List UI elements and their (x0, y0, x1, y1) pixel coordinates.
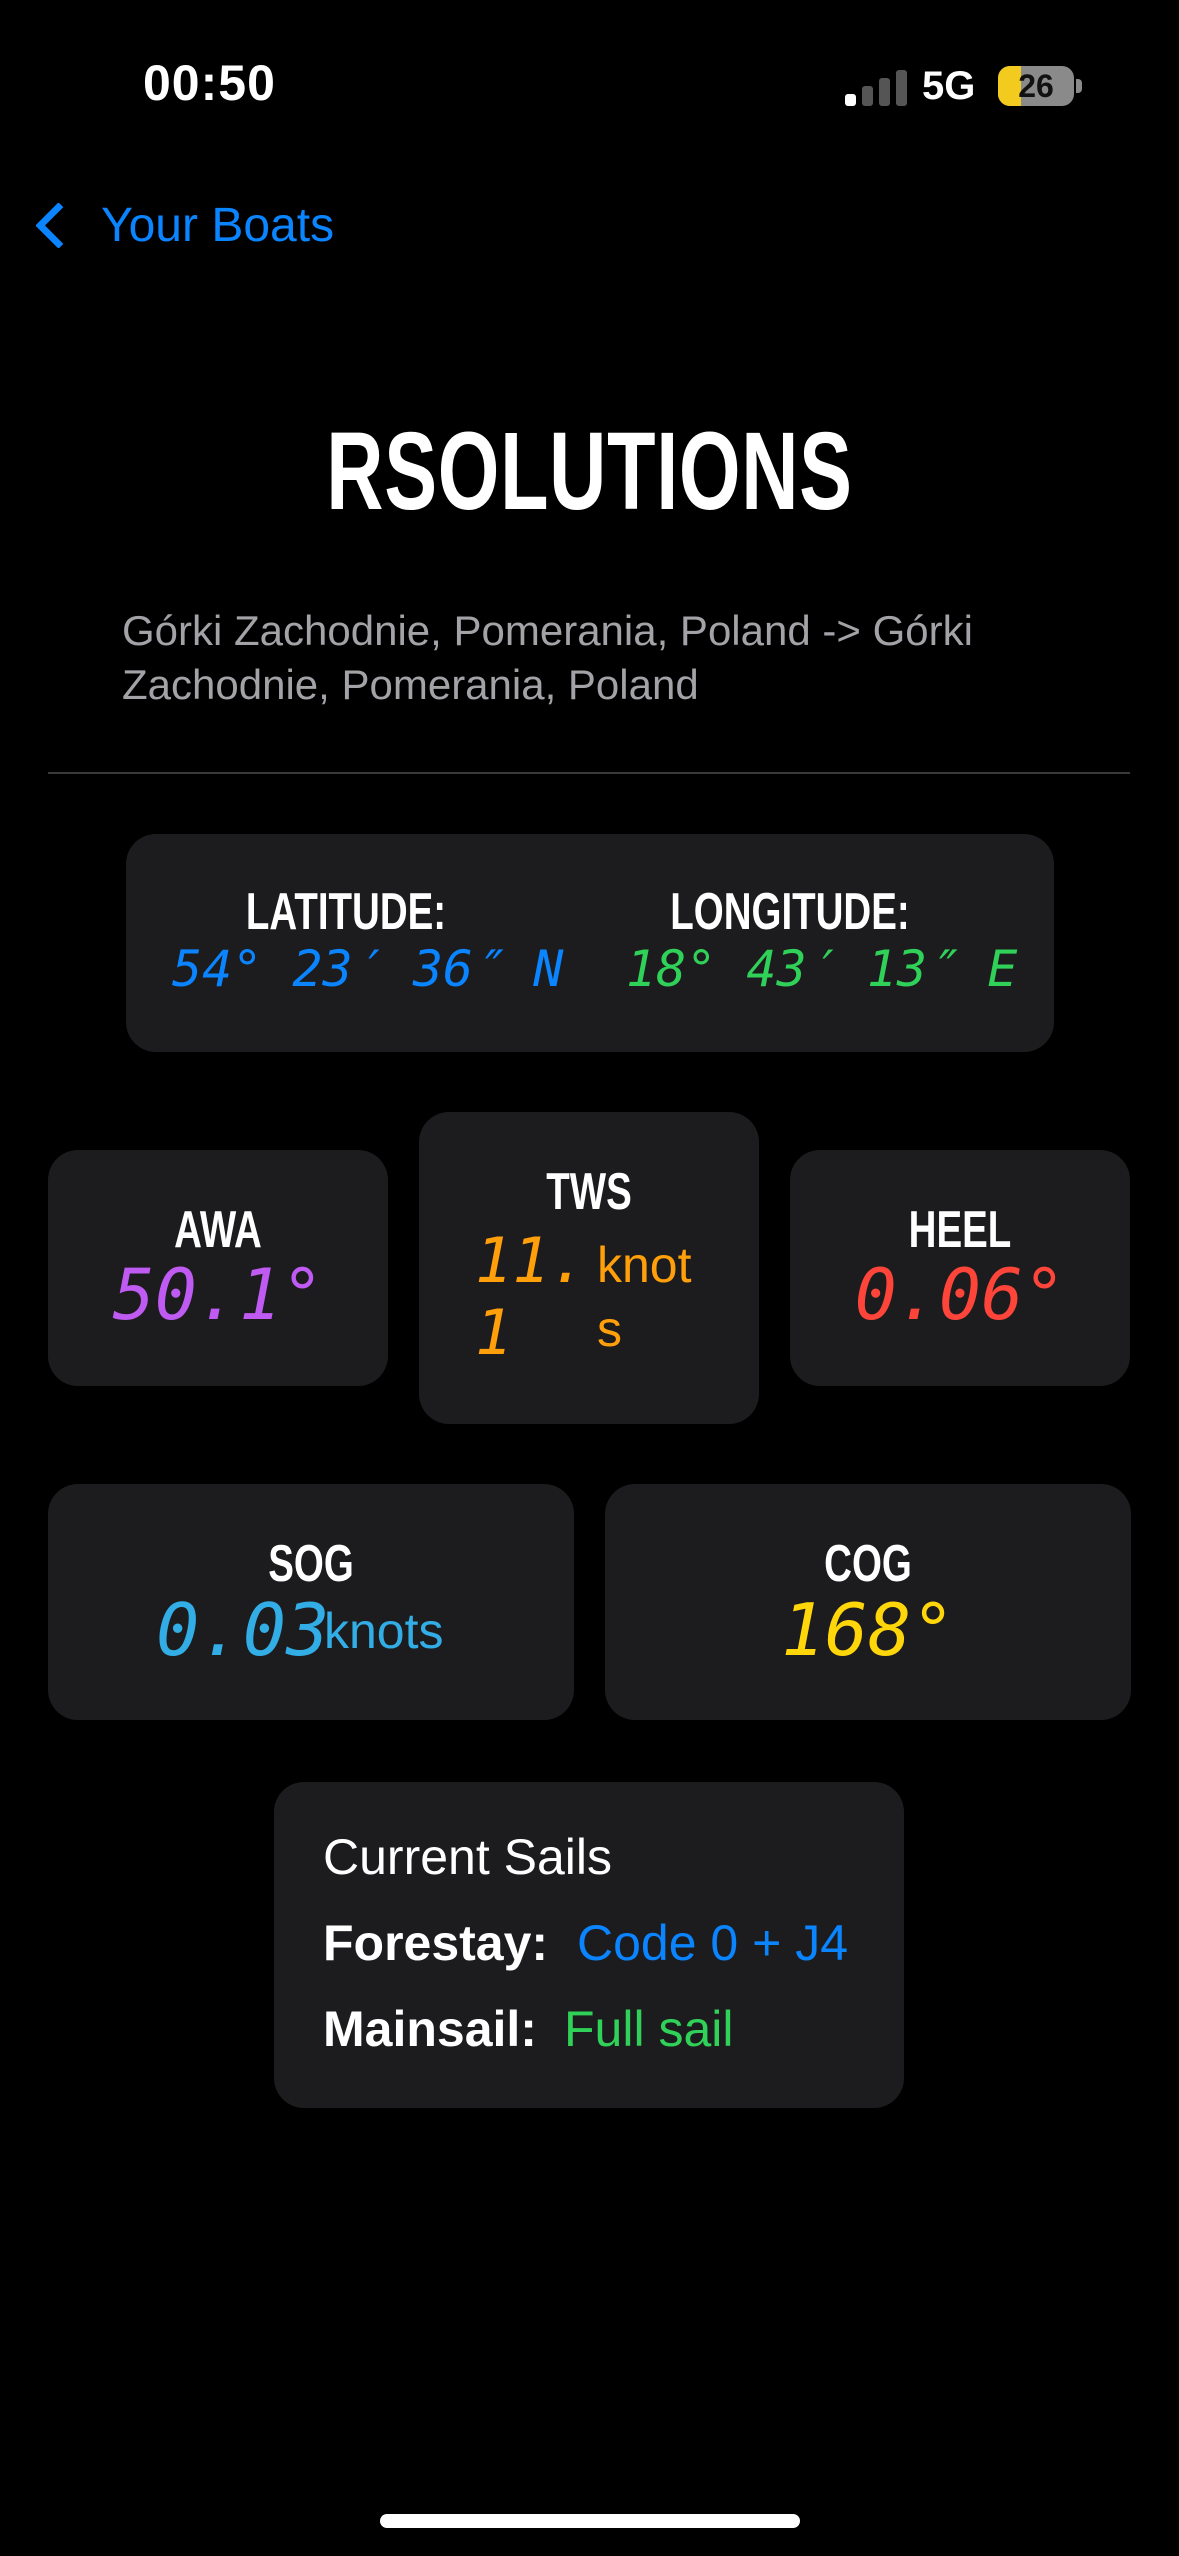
sog-label: SOG (268, 1535, 354, 1593)
longitude-label: LONGITUDE: (670, 883, 910, 941)
network-type: 5G (922, 64, 976, 108)
tws-card: TWS 11. 1 knot s (419, 1112, 759, 1424)
current-sails-title: Current Sails (323, 1829, 612, 1885)
forestay-label: Forestay: (323, 1915, 549, 1971)
cog-value: 168° (781, 1588, 955, 1672)
tws-value-line1: 11. (475, 1224, 587, 1297)
boat-name: RSOLUTIONS (326, 410, 853, 533)
tws-unit-line1: knot (597, 1237, 692, 1293)
awa-value: 50.1° (112, 1254, 324, 1336)
battery-icon: 26 (998, 66, 1074, 106)
home-indicator[interactable] (380, 2514, 800, 2528)
heel-value: 0.06° (854, 1254, 1066, 1336)
cog-label: COG (824, 1535, 912, 1593)
mainsail-label: Mainsail: (323, 2001, 537, 2057)
battery-tip (1076, 79, 1082, 93)
tws-unit-line2: s (597, 1301, 622, 1357)
mainsail-value: Full sail (564, 2001, 734, 2057)
back-button[interactable]: Your Boats (24, 190, 334, 260)
sog-value: 0.03 (156, 1588, 330, 1672)
sog-card: SOG 0.03 knots (48, 1484, 574, 1720)
awa-label: AWA (174, 1201, 262, 1259)
position-card: LATITUDE: 54° 23′ 36″ N LONGITUDE: 18° 4… (126, 834, 1054, 1052)
tws-value-line2: 1 (475, 1296, 513, 1369)
forestay-value: Code 0 + J4 (577, 1915, 849, 1971)
awa-card: AWA 50.1° (48, 1150, 388, 1386)
chevron-left-icon (35, 201, 82, 249)
tws-label: TWS (546, 1163, 632, 1221)
latitude-value: 54° 23′ 36″ N (172, 940, 564, 998)
route-text: Górki Zachodnie, Pomerania, Poland -> Gó… (122, 607, 973, 708)
latitude-label: LATITUDE: (245, 883, 447, 941)
back-button-label: Your Boats (101, 198, 335, 252)
divider (48, 772, 1130, 774)
heel-label: HEEL (908, 1201, 1012, 1259)
sog-unit: knots (324, 1603, 444, 1659)
cellular-signal-icon (845, 70, 909, 106)
heel-card: HEEL 0.06° (790, 1150, 1130, 1386)
cog-card: COG 168° (605, 1484, 1131, 1720)
longitude-value: 18° 43′ 13″ E (626, 940, 1018, 998)
battery-level: 26 (1018, 68, 1054, 104)
status-time: 00:50 (143, 55, 276, 111)
